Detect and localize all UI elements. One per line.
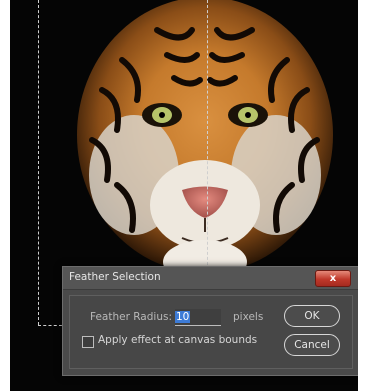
ok-button[interactable]: OK bbox=[284, 305, 340, 327]
feather-radius-value: 10 bbox=[175, 311, 191, 323]
image-canvas[interactable]: Feather Selection x Feather Radius: 10 p… bbox=[10, 0, 358, 391]
selection-marquee-bottom bbox=[38, 325, 62, 326]
tiger-photo bbox=[77, 0, 333, 284]
feather-radius-input[interactable]: 10 bbox=[175, 309, 221, 326]
feather-radius-label: Feather Radius: bbox=[90, 311, 172, 323]
canvas-bounds-checkbox[interactable] bbox=[82, 336, 94, 348]
selection-marquee-left bbox=[38, 0, 39, 325]
feather-selection-dialog: Feather Selection x Feather Radius: 10 p… bbox=[62, 266, 358, 376]
dialog-body: Feather Radius: 10 pixels Apply effect a… bbox=[69, 295, 353, 369]
close-icon: x bbox=[329, 273, 337, 284]
cancel-button[interactable]: Cancel bbox=[284, 334, 340, 356]
feather-radius-unit: pixels bbox=[233, 311, 264, 323]
canvas-bounds-label: Apply effect at canvas bounds bbox=[98, 334, 258, 346]
selection-marquee-center bbox=[207, 0, 208, 270]
dialog-titlebar[interactable]: Feather Selection x bbox=[63, 267, 358, 290]
close-button[interactable]: x bbox=[315, 270, 351, 287]
dialog-title: Feather Selection bbox=[69, 271, 161, 283]
